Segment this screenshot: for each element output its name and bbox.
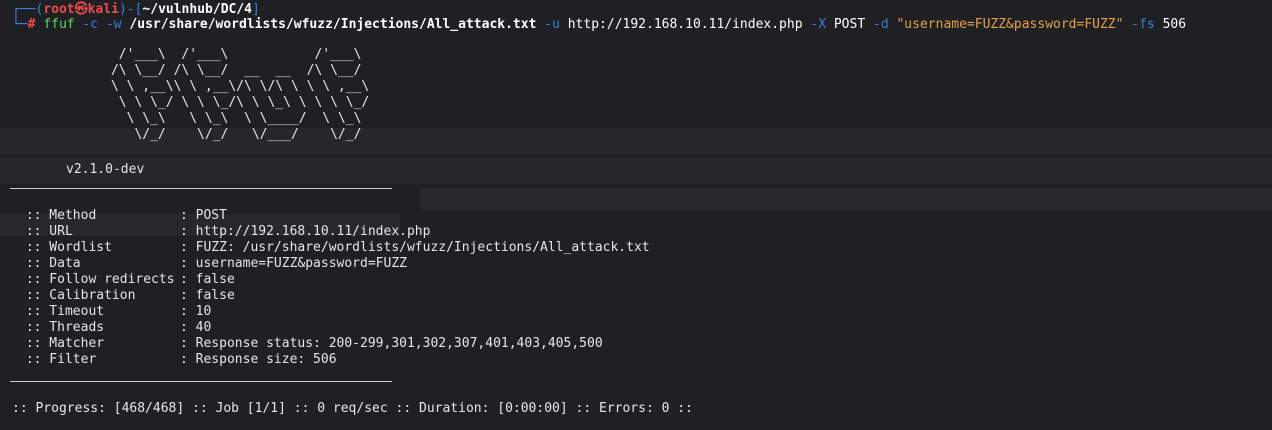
prompt-frame: ┌──( (12, 2, 44, 17)
config-value: : Response status: 200-299,301,302,307,4… (180, 336, 603, 351)
command-flag: -d (873, 17, 889, 32)
config-row: :: Follow redirects : false (18, 272, 650, 288)
config-row: :: Data : username=FUZZ&password=FUZZ (18, 256, 650, 272)
config-key: :: Matcher (18, 336, 105, 351)
config-key: :: Timeout (18, 304, 105, 319)
config-list: :: Method : POST :: URL : http://192.168.1… (18, 208, 650, 368)
terminal-window[interactable]: ┌──(root㉿kali)-[~/vulnhub/DC/4] └─# ffuf… (0, 0, 1272, 430)
prompt-hash: # (27, 17, 36, 32)
config-row: :: Method : POST (18, 208, 650, 224)
config-value: : username=FUZZ&password=FUZZ (180, 256, 407, 271)
prompt-frame: ] (252, 2, 260, 17)
config-row: :: Timeout : 10 (18, 304, 650, 320)
progress-line: :: Progress: [468/468] :: Job [1/1] :: 0… (12, 401, 693, 416)
config-value: : 40 (180, 320, 212, 335)
ffuf-ascii-banner: /'___\ /'___\ /'___\ /\ \__/ /\ \__/ __ … (110, 47, 370, 142)
config-value: : http://192.168.10.11/index.php (180, 224, 431, 239)
command-wordlist-arg: /usr/share/wordlists/wfuzz/Injections/Al… (129, 17, 537, 32)
prompt-cwd: ~/vulnhub/DC/4 (142, 2, 252, 17)
prompt-frame: └─ (12, 17, 28, 32)
command-filter-arg: 506 (1162, 17, 1187, 32)
command-method-arg: POST (833, 17, 866, 32)
ffuf-version: v2.1.0-dev (66, 162, 145, 177)
config-row: :: Wordlist : FUZZ: /usr/share/wordlists/… (18, 240, 650, 256)
config-key: :: Wordlist (18, 240, 112, 255)
prompt-frame: )-[ (118, 2, 143, 17)
config-key: :: Follow redirects (18, 272, 175, 287)
command-flag: -u (544, 17, 560, 32)
command-flag: -fs (1131, 17, 1155, 32)
config-key: :: Threads (18, 320, 105, 335)
config-row: :: URL : http://192.168.10.11/index.php (18, 224, 650, 240)
config-value: : FUZZ: /usr/share/wordlists/wfuzz/Injec… (180, 240, 650, 255)
command-flag: -c (82, 17, 99, 32)
config-value: : POST (180, 208, 227, 223)
command-program: ffuf (43, 17, 75, 32)
command-flag: -w (105, 17, 122, 32)
config-key: :: Calibration (18, 288, 136, 303)
config-value: : 10 (180, 304, 212, 319)
config-key: :: URL (18, 224, 73, 239)
prompt-user: root㉿kali (43, 2, 119, 17)
config-row: :: Filter : Response size: 506 (18, 352, 650, 368)
config-key: :: Method (18, 208, 97, 223)
prompt-header: ┌──(root㉿kali)-[~/vulnhub/DC/4] (12, 2, 260, 18)
config-key: :: Filter (18, 352, 97, 367)
config-row: :: Calibration : false (18, 288, 650, 304)
divider (10, 381, 392, 382)
config-row: :: Threads : 40 (18, 320, 650, 336)
command-line[interactable]: └─# ffuf -c -w /usr/share/wordlists/wfuz… (12, 17, 1186, 33)
command-url-arg: http://192.168.10.11/index.php (567, 17, 803, 32)
divider (10, 188, 392, 189)
config-value: : false (180, 272, 235, 287)
config-row: :: Matcher : Response status: 200-299,301… (18, 336, 650, 352)
command-data-arg: "username=FUZZ&password=FUZZ" (896, 17, 1124, 32)
config-key: :: Data (18, 256, 81, 271)
config-value: : false (180, 288, 235, 303)
config-value: : Response size: 506 (180, 352, 337, 367)
command-flag: -X (810, 17, 827, 32)
